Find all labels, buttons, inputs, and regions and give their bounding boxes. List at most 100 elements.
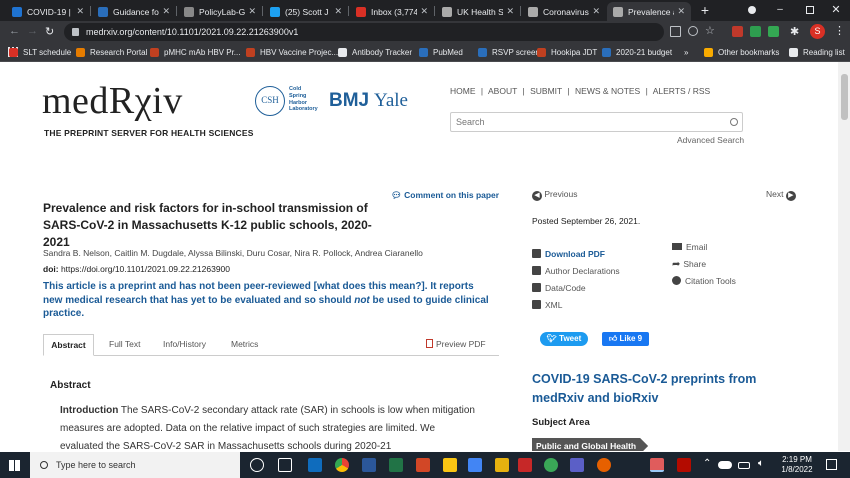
nav-submit[interactable]: SUBMIT (530, 86, 562, 96)
tab-close-icon[interactable]: ✕ (503, 6, 514, 17)
reading-list-button[interactable]: Reading list (789, 46, 845, 59)
tab-close-icon[interactable]: ✕ (159, 6, 170, 17)
word-icon[interactable] (362, 458, 376, 472)
bookmark-item[interactable]: pMHC mAb HBV Pr... (150, 46, 240, 59)
tab-full-text[interactable]: Full Text (109, 339, 141, 349)
search-input[interactable]: Search (456, 117, 485, 127)
tweet-button[interactable]: 🐦︎ Tweet (540, 332, 588, 346)
new-tab-button[interactable]: + (698, 2, 712, 20)
outlook-icon[interactable] (308, 458, 322, 472)
browser-tab[interactable]: PolicyLab-Gui✕ (178, 2, 262, 21)
medrxiv-logo[interactable]: medRχiv (42, 80, 183, 122)
notifications-icon[interactable] (826, 459, 837, 470)
reload-icon[interactable]: ↻ (45, 25, 57, 39)
back-icon[interactable]: ← (9, 25, 21, 39)
bookmark-item[interactable]: Hookipa JDT (537, 46, 597, 59)
bookmark-item[interactable]: SLT schedule (9, 46, 71, 59)
covid-preprints-heading[interactable]: COVID-19 SARS-CoV-2 preprints from medRx… (532, 370, 792, 408)
site-search-box[interactable]: Search (450, 112, 743, 132)
profile-avatar[interactable]: S (810, 24, 825, 39)
comment-link[interactable]: 💬︎ Comment on this paper (391, 190, 499, 201)
task-view-icon[interactable] (278, 458, 292, 472)
tab-close-icon[interactable]: ✕ (245, 6, 256, 17)
browser-tab[interactable]: (25) Scott J B ✕ (264, 2, 348, 21)
yale-logo[interactable]: Yale (374, 90, 408, 112)
scrollbar-thumb[interactable] (841, 74, 848, 120)
battery-icon[interactable] (738, 462, 750, 469)
author-declarations-link[interactable]: Author Declarations (532, 266, 620, 276)
tab-close-icon[interactable]: ✕ (589, 6, 600, 17)
tab-metrics[interactable]: Metrics (231, 339, 258, 349)
nav-home[interactable]: HOME (450, 86, 476, 96)
tab-close-icon[interactable]: ✕ (417, 6, 428, 17)
article-doi[interactable]: doi: https://doi.org/10.1101/2021.09.22.… (43, 264, 230, 274)
previous-link[interactable]: ◀ Previous (532, 189, 577, 201)
minimize-button[interactable]: – (773, 4, 787, 16)
browser-menu-icon[interactable]: ⋮ (834, 24, 845, 37)
excel-icon[interactable] (389, 458, 403, 472)
extension-ublock-icon[interactable] (732, 26, 743, 37)
browser-tab[interactable]: Coronavirus (✕ (522, 2, 606, 21)
onedrive-icon[interactable] (718, 461, 732, 469)
facebook-like-button[interactable]: 👍︎ Like 9 (602, 332, 649, 346)
bookmark-item[interactable]: 2020-21 budget (602, 46, 672, 59)
tab-search-icon[interactable] (748, 6, 756, 14)
tab-close-icon[interactable]: ✕ (674, 6, 685, 17)
zoom-icon[interactable] (688, 26, 698, 36)
powerpoint-icon[interactable] (416, 458, 430, 472)
subject-tag[interactable]: Public and Global Health (532, 438, 648, 451)
acrobat-icon[interactable] (677, 458, 691, 472)
browser-tab[interactable]: COVID-19 | Pr✕ (6, 2, 90, 21)
nav-news[interactable]: NEWS & NOTES (575, 86, 640, 96)
browser-tab[interactable]: Prevalence an✕ (607, 2, 691, 21)
browser-tab[interactable]: Guidance for ✕ (92, 2, 176, 21)
csh-logo-circle[interactable]: CSH (255, 86, 285, 116)
clock[interactable]: 2:19 PM 1/8/2022 (777, 455, 817, 475)
drive-icon[interactable] (468, 458, 482, 472)
more-bookmarks-button[interactable]: » (684, 46, 688, 59)
email-link[interactable]: Email (672, 242, 707, 252)
forward-icon[interactable]: → (27, 25, 39, 39)
active-app-icon[interactable] (650, 458, 664, 472)
address-bar[interactable]: medrxiv.org/content/10.1101/2021.09.22.2… (64, 23, 664, 41)
extension-green-icon[interactable] (750, 26, 761, 37)
maximize-button[interactable] (803, 4, 817, 16)
other-bookmarks-folder[interactable]: Other bookmarks (704, 46, 779, 59)
tab-close-icon[interactable]: ✕ (73, 6, 84, 17)
browser-tab[interactable]: Inbox (3,774) ✕ (350, 2, 434, 21)
citation-tools-link[interactable]: Citation Tools (672, 276, 736, 286)
tab-info-history[interactable]: Info/History (163, 339, 206, 349)
search-icon[interactable] (730, 118, 738, 126)
nav-alerts[interactable]: ALERTS / RSS (653, 86, 710, 96)
next-link[interactable]: Next ▶ (766, 189, 796, 201)
extension-sheets-icon[interactable] (768, 26, 779, 37)
chrome-icon[interactable] (335, 458, 349, 472)
teams-icon[interactable] (570, 458, 584, 472)
bookmark-star-icon[interactable]: ☆ (705, 24, 715, 37)
bookmark-item[interactable]: PubMed (419, 46, 463, 59)
data-code-link[interactable]: Data/Code (532, 283, 586, 293)
install-icon[interactable] (670, 26, 681, 37)
taskbar-search-box[interactable]: Type here to search (30, 452, 240, 478)
browser-tab[interactable]: UK Health Sec✕ (436, 2, 520, 21)
tab-abstract[interactable]: Abstract (43, 334, 94, 356)
page-scrollbar[interactable] (838, 62, 850, 451)
extensions-puzzle-icon[interactable]: ✱ (790, 25, 799, 38)
close-window-button[interactable]: ✕ (829, 3, 843, 16)
advanced-search-link[interactable]: Advanced Search (677, 135, 744, 145)
bookmark-item[interactable]: HBV Vaccine Projec... (246, 46, 338, 59)
xml-link[interactable]: XML (532, 300, 562, 310)
preview-pdf-link[interactable]: Preview PDF (426, 339, 486, 349)
volume-icon[interactable]: 🔈︎ (758, 458, 764, 469)
network-app-icon[interactable] (544, 458, 558, 472)
bookmark-item[interactable]: RSVP screen (478, 46, 540, 59)
nav-about[interactable]: ABOUT (488, 86, 517, 96)
show-hidden-icons-chevron[interactable]: ⌃ (703, 458, 711, 469)
windows-start-icon[interactable] (9, 460, 20, 471)
article-authors[interactable]: Sandra B. Nelson, Caitlin M. Dugdale, Al… (43, 248, 423, 258)
firefox-icon[interactable] (597, 458, 611, 472)
bookmark-item[interactable]: Research Portal (76, 46, 147, 59)
bookmark-item[interactable]: Antibody Tracker (338, 46, 412, 59)
rsa-icon[interactable] (518, 458, 532, 472)
share-link[interactable]: ➦ Share (672, 259, 706, 270)
